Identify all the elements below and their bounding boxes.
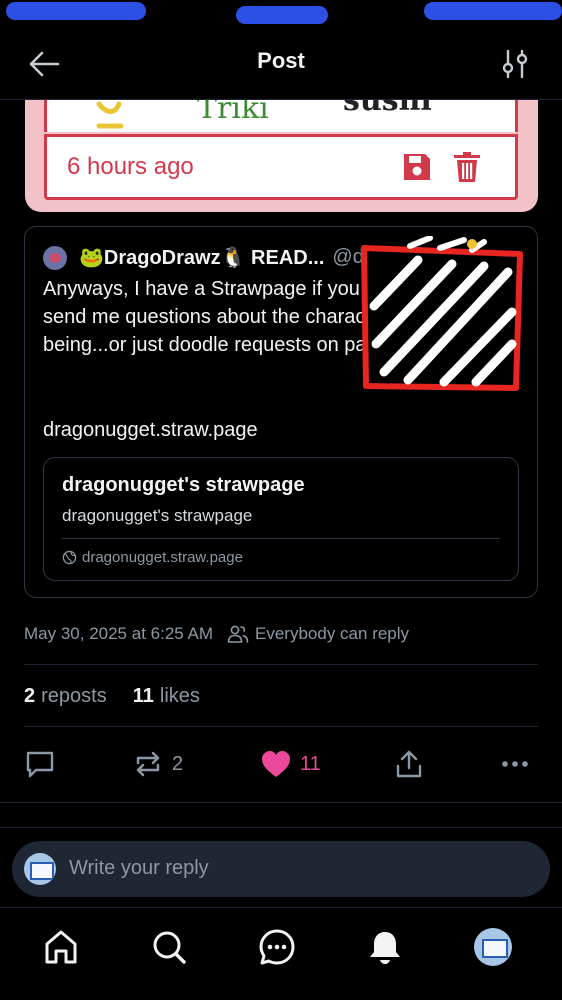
bell-icon[interactable]	[366, 928, 404, 966]
post-actions: 2 11	[0, 740, 562, 790]
embed-footer: 6 hours ago	[44, 134, 518, 200]
link-card-description: dragonugget's strawpage	[62, 506, 253, 525]
comment-icon	[26, 751, 54, 778]
like-button[interactable]: 11	[260, 748, 321, 780]
author-display-name: 🐸DragoDrawz🐧 READ...	[79, 247, 325, 269]
divider	[24, 726, 538, 727]
reposts-label: reposts	[41, 685, 107, 707]
post-stats: 2 reposts 11 likes	[24, 685, 200, 708]
bottom-navigation	[0, 907, 562, 1000]
share-icon	[396, 750, 422, 778]
reply-button[interactable]	[24, 748, 56, 780]
reply-setting[interactable]: Everybody can reply	[255, 624, 409, 644]
ellipsis-icon	[502, 761, 528, 767]
link-card-url-text: dragonugget.straw.page	[82, 549, 243, 566]
repost-count: 2	[172, 752, 184, 775]
reposts-stat[interactable]: 2 reposts	[24, 685, 107, 708]
avatar	[24, 853, 56, 885]
redaction-mark	[6, 2, 146, 20]
embedded-image-card[interactable]: Triki sushi 6 hours ago	[25, 100, 538, 212]
post-timestamp: May 30, 2025 at 6:25 AM	[24, 624, 214, 643]
post-meta: May 30, 2025 at 6:25 AM Everybody can re…	[24, 624, 409, 644]
share-button[interactable]	[394, 748, 424, 780]
status-bar	[0, 0, 562, 30]
reposts-count: 2	[24, 685, 36, 707]
trash-icon[interactable]	[451, 151, 483, 183]
drawing-text-left: Triki	[197, 100, 269, 126]
link-card-url: dragonugget.straw.page	[62, 549, 243, 566]
like-count: 11	[300, 752, 321, 775]
section-separator	[0, 802, 562, 828]
link-card-title: dragonugget's strawpage	[62, 474, 305, 496]
likes-label: likes	[159, 685, 200, 707]
redaction-mark	[236, 6, 328, 24]
search-icon[interactable]	[150, 928, 188, 966]
post-time-ago: 6 hours ago	[67, 153, 194, 180]
heart-icon	[262, 751, 290, 777]
chat-icon[interactable]	[258, 928, 296, 966]
likes-count: 11	[132, 685, 154, 707]
link-preview-card[interactable]: dragonugget's strawpage dragonugget's st…	[43, 457, 519, 581]
drawing-text-right: sushi	[343, 100, 432, 118]
floppy-disk-icon[interactable]	[401, 151, 433, 183]
people-icon	[227, 625, 249, 643]
yellow-scribble-icon	[96, 101, 124, 129]
repost-button[interactable]: 2	[132, 748, 183, 780]
sliders-icon[interactable]	[500, 48, 530, 80]
globe-icon	[62, 550, 77, 565]
divider	[24, 664, 538, 665]
repost-icon	[136, 751, 160, 777]
divider	[62, 538, 500, 539]
redaction-scribble	[361, 236, 523, 391]
profile-avatar[interactable]	[474, 928, 512, 966]
page-title: Post	[257, 48, 305, 73]
post-link-text[interactable]: dragonugget.straw.page	[43, 419, 258, 442]
home-icon[interactable]	[42, 928, 80, 966]
reply-input-placeholder[interactable]: Write your reply	[69, 857, 209, 880]
likes-stat[interactable]: 11 likes	[133, 685, 200, 708]
more-options-button[interactable]	[500, 748, 530, 780]
redaction-mark	[424, 2, 562, 20]
avatar[interactable]	[43, 245, 67, 270]
top-app-bar: Post	[0, 30, 562, 100]
drawing-image: Triki sushi	[44, 100, 518, 132]
reply-composer[interactable]: Write your reply	[12, 841, 550, 897]
